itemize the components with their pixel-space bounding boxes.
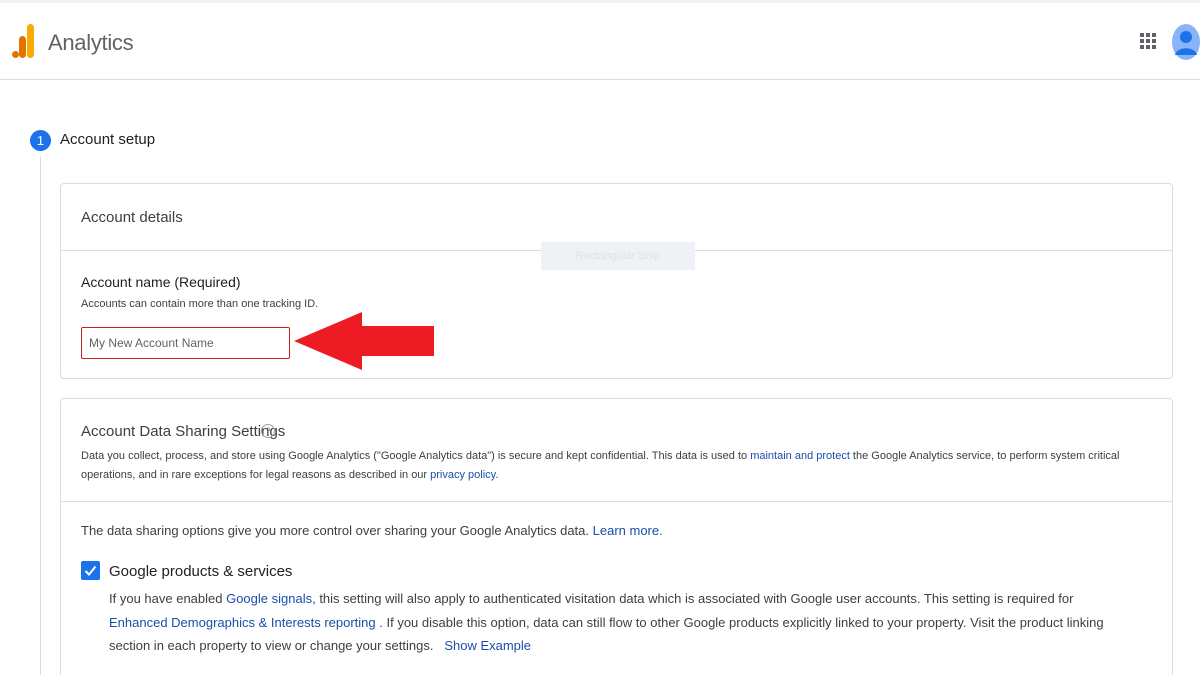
- maintain-protect-link[interactable]: maintain and protect: [750, 450, 850, 462]
- option-desc-text: , this setting will also apply to authen…: [312, 591, 1074, 606]
- data-sharing-description: Data you collect, process, and store usi…: [81, 447, 1151, 485]
- show-example-link[interactable]: Show Example: [444, 638, 531, 653]
- google-signals-link[interactable]: Google signals: [226, 591, 312, 606]
- help-icon[interactable]: ?: [261, 424, 275, 438]
- enhanced-demographics-link[interactable]: Enhanced Demographics & Interests report…: [109, 615, 376, 630]
- checkmark-icon: [84, 565, 97, 576]
- apps-grid-icon[interactable]: [1140, 33, 1156, 49]
- google-products-description: If you have enabled Google signals, this…: [109, 587, 1129, 658]
- privacy-policy-link[interactable]: privacy policy: [430, 469, 495, 481]
- option-desc-text: If you have enabled: [109, 591, 227, 606]
- red-arrow-annotation: [294, 312, 434, 370]
- snip-tooltip-ghost: Rectangular Snip: [541, 242, 695, 270]
- account-details-title: Account details: [81, 209, 183, 226]
- account-avatar-icon[interactable]: [1172, 24, 1200, 60]
- account-details-header: Account details: [61, 184, 1172, 251]
- app-title[interactable]: Analytics: [48, 30, 134, 56]
- google-products-title: Google products & services: [109, 563, 293, 580]
- desc-text: .: [495, 469, 499, 481]
- top-app-bar: Analytics: [0, 0, 1200, 80]
- account-name-label: Account name (Required): [81, 274, 241, 290]
- data-sharing-title: Account Data Sharing Settings: [81, 423, 286, 440]
- options-intro-text: The data sharing options give you more c…: [81, 523, 590, 538]
- sharing-options-intro: The data sharing options give you more c…: [81, 523, 663, 538]
- step-label: Account setup: [60, 131, 156, 148]
- step-number-badge: 1: [30, 130, 51, 151]
- account-name-hint: Accounts can contain more than one track…: [81, 298, 319, 310]
- stepper-line: [40, 156, 41, 675]
- learn-more-link[interactable]: Learn more.: [593, 523, 663, 538]
- data-sharing-card: Account Data Sharing Settings ? Data you…: [60, 398, 1173, 675]
- card-divider: [61, 501, 1172, 502]
- desc-text: Data you collect, process, and store usi…: [81, 450, 751, 462]
- analytics-bars-icon[interactable]: [12, 24, 34, 58]
- account-name-input[interactable]: [81, 327, 290, 359]
- account-details-card: Account details Account name (Required) …: [60, 183, 1173, 379]
- google-products-checkbox[interactable]: [81, 561, 100, 580]
